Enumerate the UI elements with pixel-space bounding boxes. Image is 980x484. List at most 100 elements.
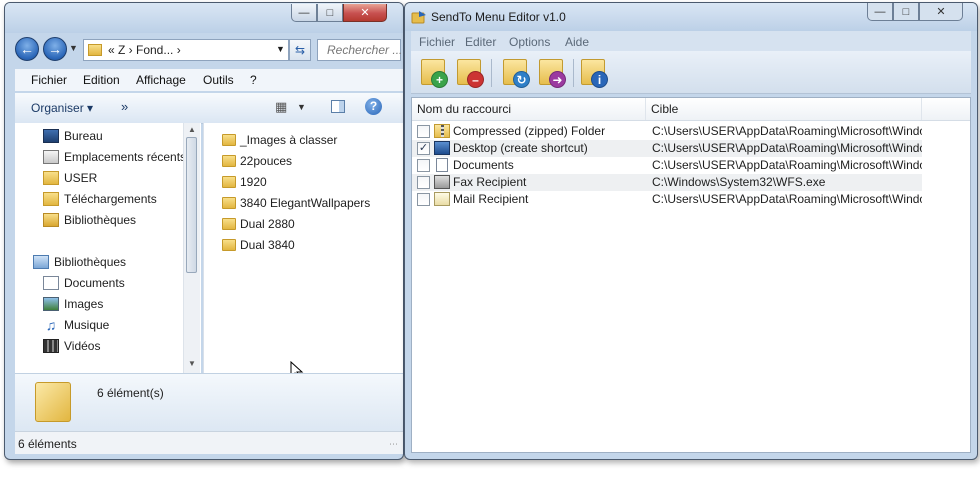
- preview-pane-icon[interactable]: [331, 100, 345, 113]
- toolbar-separator: [573, 59, 574, 87]
- app-logo-icon: [411, 11, 426, 24]
- minus-icon: –: [467, 71, 484, 88]
- maximize-button[interactable]: □: [893, 3, 919, 21]
- scroll-thumb[interactable]: [186, 137, 197, 273]
- documents-icon: [43, 275, 59, 290]
- folder-icon: [222, 154, 236, 167]
- row-target: C:\Windows\System32\WFS.exe: [652, 175, 826, 189]
- row-target: C:\Users\USER\AppData\Roaming\Microsoft\…: [652, 141, 922, 155]
- close-button[interactable]: ✕: [343, 4, 387, 22]
- close-button[interactable]: ✕: [919, 3, 963, 21]
- folder-icon: [222, 196, 236, 209]
- help-icon[interactable]: ?: [365, 98, 382, 115]
- view-options-icon[interactable]: ▦: [275, 99, 287, 115]
- shortcut-list: Nom du raccourci Cible Compressed (zippe…: [411, 97, 971, 453]
- details-count: 6 élément(s): [97, 386, 164, 400]
- fax-icon: [434, 175, 450, 189]
- refresh-button[interactable]: ⇆: [289, 39, 311, 61]
- list-header: Nom du raccourci Cible: [412, 98, 970, 121]
- desktop-icon: [434, 141, 450, 155]
- nav-item-user[interactable]: USER: [43, 167, 186, 188]
- list-item[interactable]: 1920: [222, 171, 370, 192]
- remove-button[interactable]: –: [455, 57, 485, 89]
- row-checkbox[interactable]: ✓: [417, 142, 430, 155]
- menu-editer[interactable]: Editer: [465, 35, 496, 49]
- forward-button[interactable]: →: [43, 37, 67, 61]
- nav-item-music[interactable]: ♫ Musique: [43, 314, 126, 335]
- nav-item-recent[interactable]: Emplacements récents: [43, 146, 186, 167]
- table-row[interactable]: Mail Recipient C:\Users\USER\AppData\Roa…: [412, 191, 922, 208]
- nav-item-libraries[interactable]: Bibliothèques: [33, 251, 126, 272]
- scroll-down-icon[interactable]: ▼: [188, 359, 196, 368]
- refresh-button[interactable]: ↻: [501, 57, 531, 89]
- organize-button[interactable]: Organiser ▾: [31, 101, 93, 115]
- column-header-name[interactable]: Nom du raccourci: [412, 98, 646, 120]
- window-title: SendTo Menu Editor v1.0: [431, 10, 566, 24]
- row-name: Mail Recipient: [453, 192, 529, 206]
- info-icon: i: [591, 71, 608, 88]
- refresh-icon: ⇆: [294, 43, 306, 57]
- minimize-button[interactable]: —: [867, 3, 893, 21]
- scroll-up-icon[interactable]: ▲: [188, 125, 196, 134]
- search-input[interactable]: Rechercher ...: [317, 39, 403, 61]
- add-button[interactable]: +: [419, 57, 449, 89]
- row-target: C:\Users\USER\AppData\Roaming\Microsoft\…: [652, 124, 922, 138]
- table-row[interactable]: ✓ Desktop (create shortcut) C:\Users\USE…: [412, 140, 922, 157]
- row-target: C:\Users\USER\AppData\Roaming\Microsoft\…: [652, 192, 922, 206]
- address-dropdown-icon[interactable]: ▼: [276, 44, 285, 54]
- menu-outils[interactable]: Outils: [203, 73, 234, 87]
- menu-aide[interactable]: Aide: [565, 35, 589, 49]
- menu-options[interactable]: Options: [509, 35, 550, 49]
- nav-item-libraries-fav[interactable]: Bibliothèques: [43, 209, 186, 230]
- menu-affichage[interactable]: Affichage: [136, 73, 186, 87]
- list-item[interactable]: 3840 ElegantWallpapers: [222, 192, 370, 213]
- table-row[interactable]: Compressed (zipped) Folder C:\Users\USER…: [412, 123, 922, 140]
- library-icon: [33, 254, 49, 269]
- minimize-icon: —: [874, 5, 886, 18]
- row-checkbox[interactable]: [417, 159, 430, 172]
- list-item[interactable]: Dual 2880: [222, 213, 370, 234]
- row-checkbox[interactable]: [417, 125, 430, 138]
- list-item[interactable]: 22pouces: [222, 150, 370, 171]
- row-name: Compressed (zipped) Folder: [453, 124, 606, 138]
- maximize-button[interactable]: □: [317, 4, 343, 22]
- large-folder-icon: [35, 382, 71, 422]
- menu-fichier[interactable]: Fichier: [419, 35, 455, 49]
- address-text: « Z › Fond... ›: [108, 43, 181, 57]
- minimize-button[interactable]: —: [291, 4, 317, 22]
- more-commands-button[interactable]: »: [121, 99, 128, 114]
- folder-icon: [222, 133, 236, 146]
- menu-fichier[interactable]: Fichier: [31, 73, 67, 87]
- menu-edition[interactable]: Edition: [83, 73, 120, 87]
- list-item[interactable]: _Images à classer: [222, 129, 370, 150]
- mail-icon: [434, 192, 450, 206]
- file-name: 22pouces: [240, 153, 293, 168]
- nav-item-documents[interactable]: Documents: [43, 272, 126, 293]
- nav-item-bureau[interactable]: Bureau: [43, 125, 186, 146]
- search-placeholder: Rechercher ...: [327, 43, 403, 57]
- back-button[interactable]: ←: [15, 37, 39, 61]
- sendto-toolbar: + – ↻ ➜ i: [411, 51, 971, 94]
- table-row[interactable]: Fax Recipient C:\Windows\System32\WFS.ex…: [412, 174, 922, 191]
- plus-icon: +: [431, 71, 448, 88]
- row-checkbox[interactable]: [417, 193, 430, 206]
- view-dropdown-icon[interactable]: ▼: [297, 102, 306, 112]
- nav-item-videos[interactable]: Vidéos: [43, 335, 126, 356]
- refresh-icon: ↻: [513, 71, 530, 88]
- nav-scrollbar[interactable]: ▲ ▼: [183, 123, 200, 373]
- table-row[interactable]: Documents C:\Users\USER\AppData\Roaming\…: [412, 157, 922, 174]
- menu-help[interactable]: ?: [250, 73, 257, 87]
- column-header-target[interactable]: Cible: [646, 98, 922, 120]
- nav-item-images[interactable]: Images: [43, 293, 126, 314]
- move-button[interactable]: ➜: [537, 57, 567, 89]
- nav-item-downloads[interactable]: Téléchargements: [43, 188, 186, 209]
- list-item[interactable]: Dual 3840: [222, 234, 370, 255]
- recent-pages-dropdown[interactable]: ▼: [69, 43, 78, 53]
- resize-grip-icon[interactable]: ⋯: [389, 439, 398, 450]
- info-button[interactable]: i: [579, 57, 609, 89]
- row-name: Fax Recipient: [453, 175, 527, 189]
- address-bar[interactable]: « Z › Fond... › ▼: [83, 39, 289, 61]
- nav-label: Bibliothèques: [64, 212, 137, 227]
- row-checkbox[interactable]: [417, 176, 430, 189]
- explorer-window: — □ ✕ ← → ▼ « Z › Fond... › ▼ ⇆ Recherch…: [4, 2, 404, 460]
